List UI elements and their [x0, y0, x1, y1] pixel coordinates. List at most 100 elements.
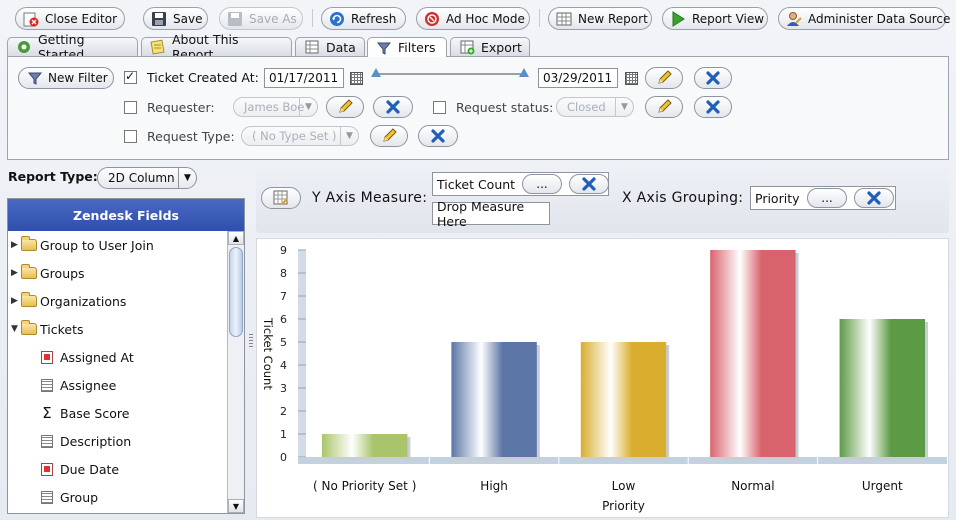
tree-field-assigned-at[interactable]: Assigned At: [8, 343, 228, 371]
bar-0: [321, 434, 408, 457]
edit-filter-button[interactable]: [645, 96, 683, 118]
x-tick-label: ( No Priority Set ): [313, 479, 416, 493]
toolbar: Close Editor Save Save As Refresh Ad Hoc…: [0, 0, 956, 36]
tab-about-this-report[interactable]: About This Report: [141, 32, 292, 62]
expand-arrow-icon[interactable]: ▶: [11, 240, 21, 250]
request-status-select[interactable]: Closed ▼: [556, 97, 634, 117]
date-range-slider[interactable]: [374, 73, 524, 75]
axis-config-bar: Y Axis Measure: Ticket Count ... Drop Me…: [256, 165, 949, 233]
x-tick-label: Low: [612, 479, 636, 493]
chevron-down-icon: ▼: [178, 168, 196, 188]
requester-checkbox[interactable]: [124, 101, 137, 114]
slider-end-handle[interactable]: [519, 68, 529, 77]
folder-icon: [21, 236, 37, 251]
administer-data-source-button[interactable]: Administer Data Source: [778, 7, 950, 30]
x-grouping-options-button[interactable]: ...: [807, 188, 847, 208]
new-filter-button[interactable]: New Filter: [18, 67, 114, 89]
calendar-icon[interactable]: [350, 72, 363, 85]
request-type-select[interactable]: ( No Type Set ) ▼: [241, 126, 359, 146]
y-tick-label: 9: [280, 244, 287, 257]
y-axis-rail: [298, 250, 306, 457]
request-type-filter: Request Type:: [124, 129, 235, 144]
x-tick-label: High: [480, 479, 508, 493]
edit-filter-button[interactable]: [645, 67, 683, 89]
tab-getting-started[interactable]: Getting Started: [7, 32, 138, 62]
ticket-created-from-date[interactable]: 01/17/2011: [264, 68, 344, 88]
expand-arrow-icon[interactable]: ▶: [11, 268, 21, 278]
tree-field-due-date[interactable]: Due Date: [8, 455, 228, 483]
tree-folder-organizations[interactable]: ▶ Organizations: [8, 287, 228, 315]
close-icon: [430, 128, 446, 144]
calendar-icon[interactable]: [625, 72, 638, 85]
tree-field-base-score[interactable]: Σ Base Score: [8, 399, 228, 427]
play-icon: [670, 10, 686, 27]
report-view-button[interactable]: Report View: [662, 7, 768, 30]
scroll-up-arrow-icon[interactable]: ▲: [228, 231, 244, 245]
close-icon: [385, 99, 401, 115]
panel-splitter-handle[interactable]: [249, 333, 253, 347]
bar-1: [451, 342, 537, 457]
expand-arrow-icon[interactable]: ▶: [11, 296, 21, 306]
y-measure-options-button[interactable]: ...: [522, 174, 562, 194]
slider-start-handle[interactable]: [371, 68, 381, 77]
ticket-created-to-date[interactable]: 03/29/2011: [538, 68, 618, 88]
save-as-button[interactable]: Save As: [219, 7, 303, 30]
chevron-down-icon: ▼: [340, 127, 358, 145]
collapse-arrow-icon[interactable]: ▼: [11, 324, 21, 334]
remove-filter-button[interactable]: [694, 96, 732, 118]
remove-filter-button[interactable]: [418, 125, 458, 147]
scrollbar-thumb[interactable]: [229, 247, 243, 337]
report-type-select[interactable]: 2D Column ▼: [97, 167, 197, 189]
fields-scrollbar[interactable]: ▲ ▼: [227, 231, 244, 513]
y-tick-label: 7: [280, 290, 287, 303]
drop-measure-slot[interactable]: Drop Measure Here: [432, 199, 550, 229]
folder-open-icon: [21, 320, 37, 335]
text-field-icon: [41, 490, 53, 504]
chart-settings-button[interactable]: [261, 187, 301, 209]
tab-bar: Getting Started About This Report Data F…: [0, 32, 956, 62]
ticket-created-checkbox[interactable]: [124, 69, 137, 84]
tab-filters[interactable]: Filters: [367, 37, 447, 57]
edit-filter-button[interactable]: [326, 96, 364, 118]
requester-select[interactable]: James Boe ▼: [233, 97, 318, 117]
notepad-icon: [150, 39, 166, 55]
tree-folder-groups[interactable]: ▶ Groups: [8, 259, 228, 287]
ad-hoc-mode-icon: [424, 11, 440, 27]
ad-hoc-mode-button[interactable]: Ad Hoc Mode: [416, 7, 530, 30]
new-report-button[interactable]: New Report: [548, 7, 652, 30]
tree-folder-group-to-user-join[interactable]: ▶ Group to User Join: [8, 231, 228, 259]
refresh-icon: [329, 11, 345, 27]
tree-field-assignee[interactable]: Assignee: [8, 371, 228, 399]
tree-field-description[interactable]: Description: [8, 427, 228, 455]
tree-folder-tickets[interactable]: ▼ Tickets: [8, 315, 228, 343]
tree-field-group[interactable]: Group: [8, 483, 228, 511]
refresh-button[interactable]: Refresh: [321, 7, 406, 30]
edit-filter-button[interactable]: [370, 125, 408, 147]
remove-x-grouping-button[interactable]: [854, 188, 894, 208]
x-axis-grouping-label: X Axis Grouping:: [622, 190, 744, 206]
tab-data[interactable]: Data: [295, 37, 365, 56]
table-icon: [304, 39, 320, 55]
request-status-checkbox[interactable]: [433, 101, 446, 114]
chevron-down-icon: ▼: [615, 98, 633, 116]
pencil-icon: [337, 99, 353, 115]
y-tick-label: 4: [280, 359, 287, 372]
date-field-icon: [41, 462, 53, 476]
close-icon: [705, 99, 721, 115]
y-axis-measure-label: Y Axis Measure:: [312, 190, 428, 206]
close-icon: [705, 70, 721, 86]
x-tick-label: Urgent: [862, 479, 903, 493]
tab-export[interactable]: Export: [450, 37, 530, 56]
y-tick-label: 8: [280, 267, 287, 280]
scroll-down-arrow-icon[interactable]: ▼: [228, 499, 244, 513]
remove-filter-button[interactable]: [373, 96, 413, 118]
close-icon: [581, 176, 597, 192]
request-type-checkbox[interactable]: [124, 130, 137, 143]
bar-3: [710, 250, 796, 457]
close-editor-button[interactable]: Close Editor: [15, 7, 125, 30]
save-button[interactable]: Save: [143, 7, 208, 30]
remove-filter-button[interactable]: [694, 67, 732, 89]
ticket-created-label: Ticket Created At:: [147, 70, 259, 85]
remove-y-measure-button[interactable]: [569, 174, 609, 194]
pencil-icon: [656, 99, 672, 115]
